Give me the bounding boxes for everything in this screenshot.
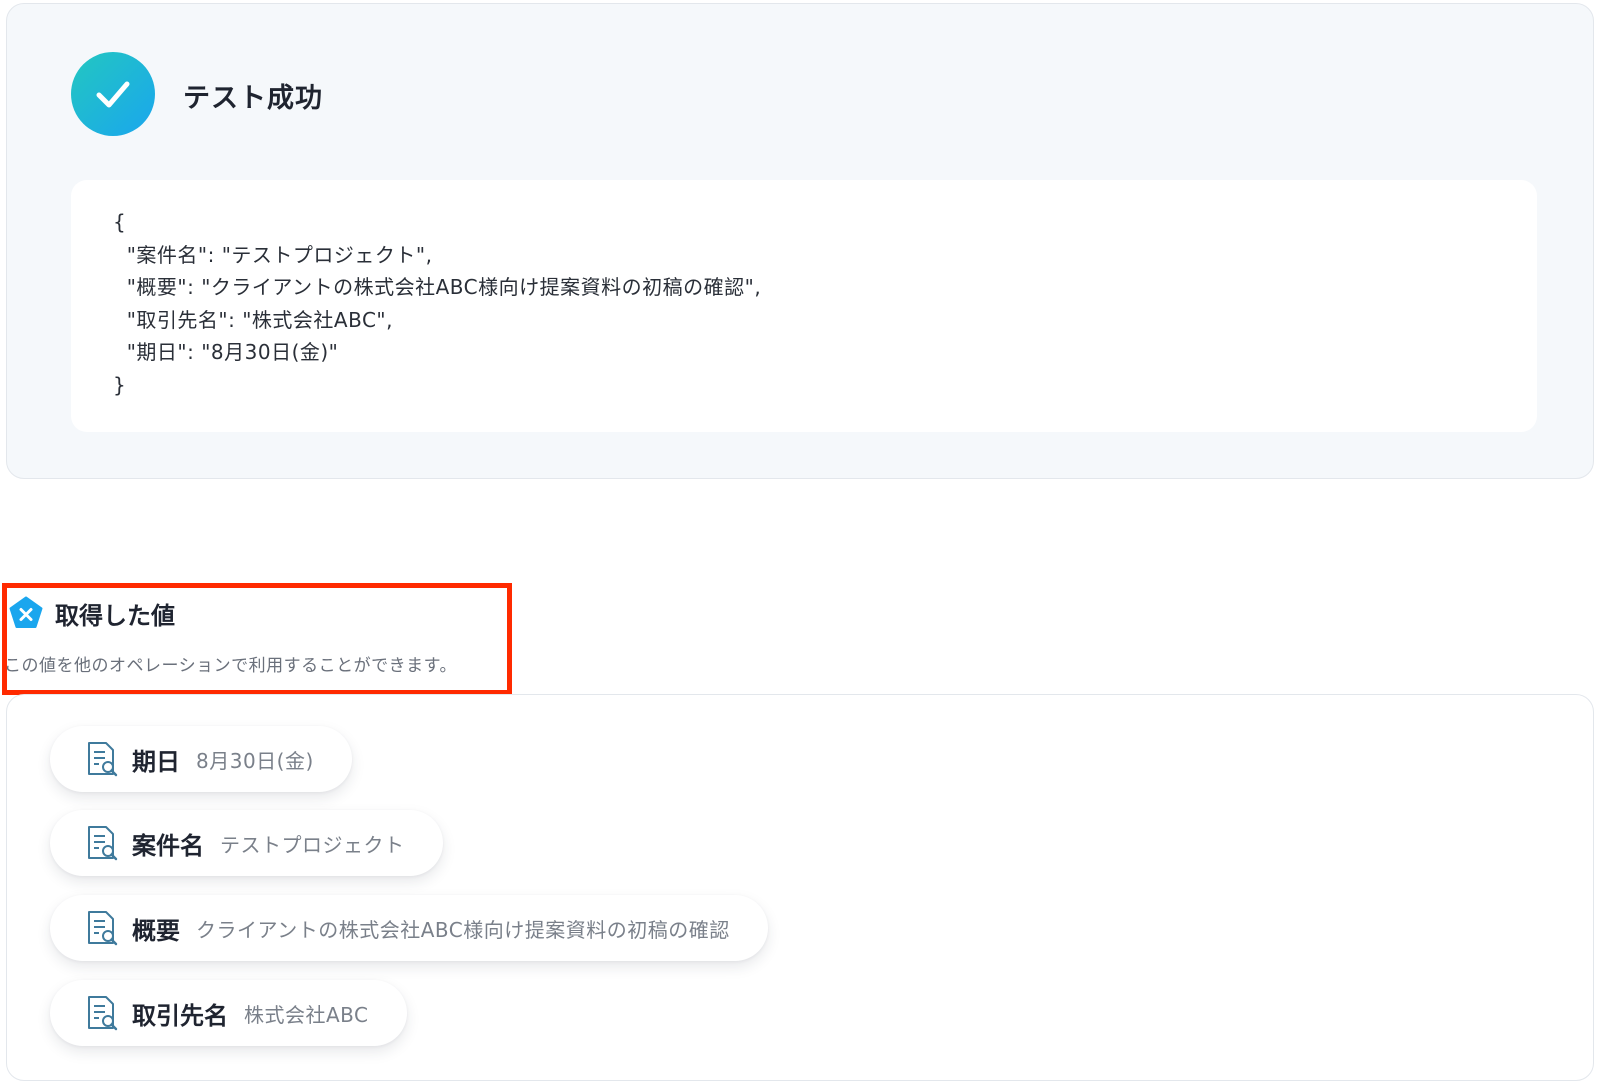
json-line: "案件名": "テストプロジェクト", [113,242,433,267]
retrieved-values-title: 取得した値 [55,602,175,630]
chip-value: テストプロジェクト [220,832,405,857]
document-search-icon [88,996,118,1031]
chip-value: クライアントの株式会社ABC様向け提案資料の初稿の確認 [196,917,730,942]
value-chip-client-name[interactable]: 取引先名 株式会社ABC [50,980,407,1046]
json-output: { "案件名": "テストプロジェクト", "概要": "クライアントの株式会社… [71,180,1537,432]
value-chip-due-date[interactable]: 期日 8月30日(金) [50,726,352,792]
variable-icon [9,596,43,628]
chip-label: 取引先名 [132,1001,228,1030]
document-search-icon [88,742,118,777]
chip-value: 8月30日(金) [196,748,314,773]
document-search-icon [88,911,118,946]
json-line: { [113,210,127,234]
retrieved-values-description: この値を他のオペレーションで利用することができます。 [4,656,457,676]
json-line: } [113,372,127,397]
chip-label: 概要 [132,916,180,945]
value-chip-summary[interactable]: 概要 クライアントの株式会社ABC様向け提案資料の初稿の確認 [50,895,768,961]
document-search-icon [88,826,118,861]
json-line: "期日": "8月30日(金)" [113,340,339,364]
json-line: "概要": "クライアントの株式会社ABC様向け提案資料の初稿の確認", [113,275,762,299]
value-chip-project-name[interactable]: 案件名 テストプロジェクト [50,810,443,876]
chip-label: 案件名 [132,831,204,860]
test-success-title: テスト成功 [183,83,323,114]
chip-label: 期日 [132,747,180,776]
json-line: "取引先名": "株式会社ABC", [113,307,393,332]
test-success-panel: テスト成功 { "案件名": "テストプロジェクト", "概要": "クライアン… [6,3,1594,479]
chip-value: 株式会社ABC [244,1002,369,1027]
checkmark-icon [71,52,155,136]
